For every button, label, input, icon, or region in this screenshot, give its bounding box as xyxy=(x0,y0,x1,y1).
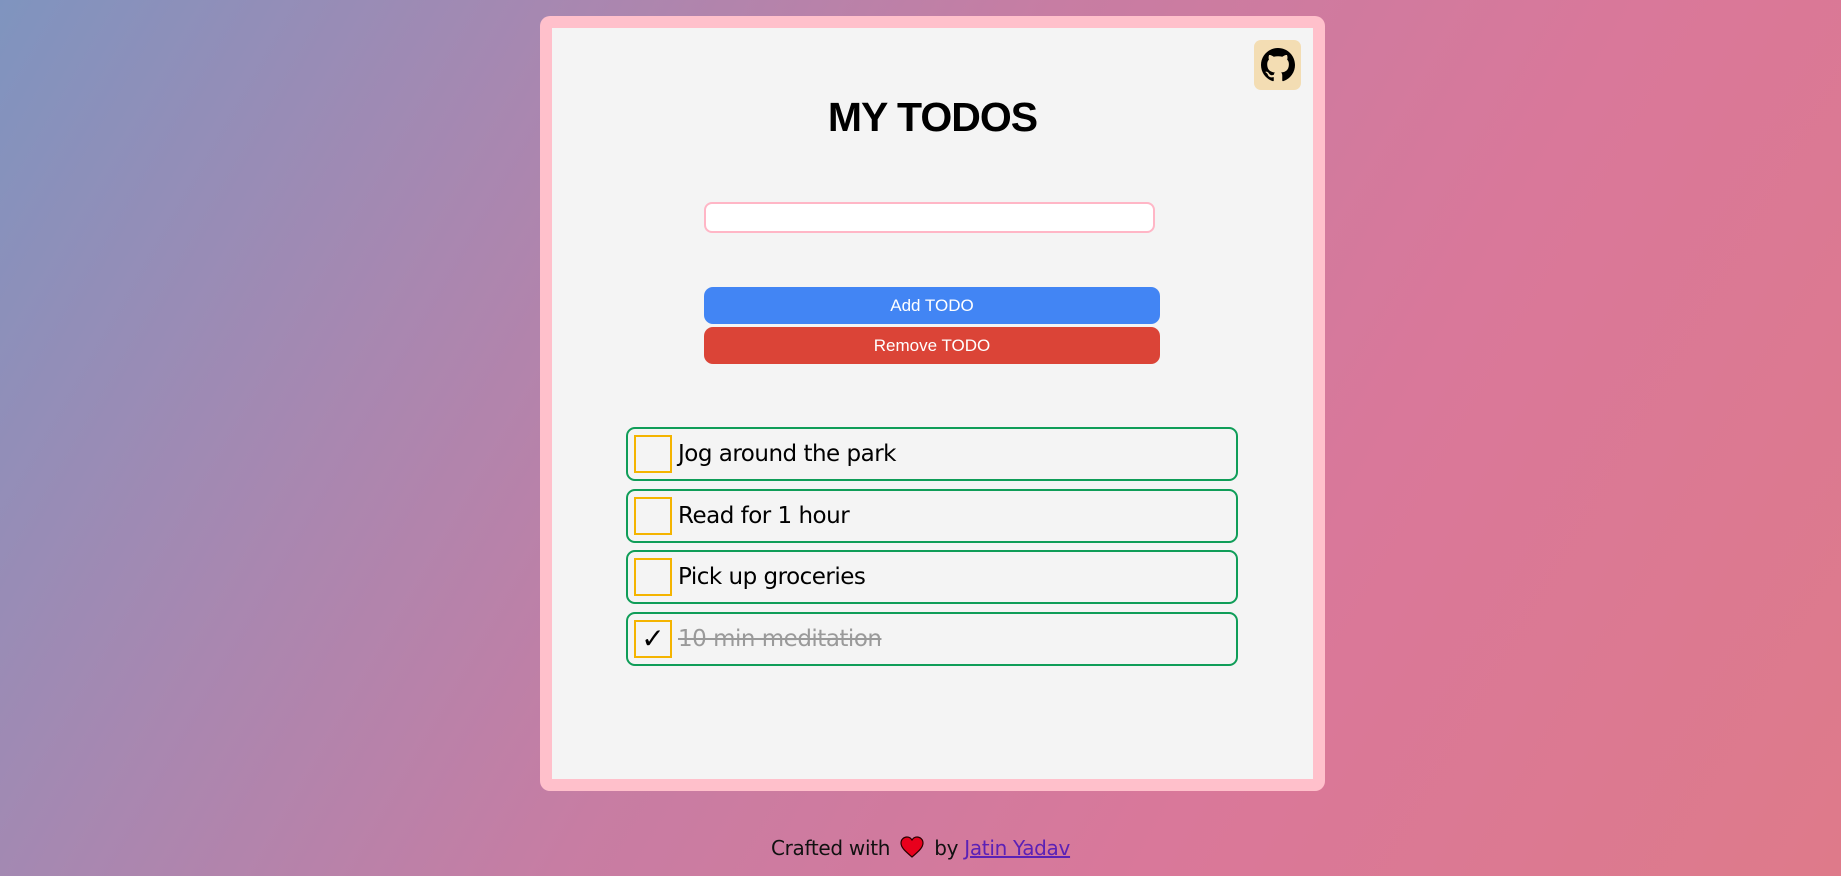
todo-input[interactable] xyxy=(704,202,1155,233)
page-title: MY TODOS xyxy=(827,94,1038,140)
todo-checkbox[interactable] xyxy=(634,435,672,473)
todo-item[interactable]: Pick up groceries xyxy=(626,550,1238,604)
todo-item[interactable]: Jog around the park xyxy=(626,427,1238,481)
todo-text: Pick up groceries xyxy=(678,564,866,590)
github-link[interactable] xyxy=(1254,40,1301,90)
todo-checkbox[interactable] xyxy=(634,558,672,596)
todo-card: MY TODOS Add TODO Remove TODO Jog around… xyxy=(552,28,1313,779)
remove-todo-button[interactable]: Remove TODO xyxy=(704,327,1160,364)
author-link[interactable]: Jatin Yadav xyxy=(964,836,1070,860)
github-icon xyxy=(1260,48,1295,82)
todo-text: 10 min meditation xyxy=(678,625,882,652)
todo-item[interactable]: ✓ 10 min meditation xyxy=(626,611,1238,666)
checkmark-icon: ✓ xyxy=(641,622,665,655)
todo-list: Jog around the park Read for 1 hour Pick… xyxy=(626,427,1238,673)
add-todo-button[interactable]: Add TODO xyxy=(704,287,1160,324)
todo-item[interactable]: Read for 1 hour xyxy=(626,488,1238,543)
todo-text: Jog around the park xyxy=(678,441,896,467)
footer-prefix: Crafted with xyxy=(770,836,891,860)
todo-checkbox[interactable]: ✓ xyxy=(634,619,672,658)
footer: Crafted with by Jatin Yadav xyxy=(0,836,1841,860)
heart-icon xyxy=(900,836,924,858)
todo-text: Read for 1 hour xyxy=(678,502,850,529)
app-frame: MY TODOS Add TODO Remove TODO Jog around… xyxy=(540,16,1325,791)
todo-checkbox[interactable] xyxy=(634,496,672,535)
footer-by: by xyxy=(934,836,959,860)
